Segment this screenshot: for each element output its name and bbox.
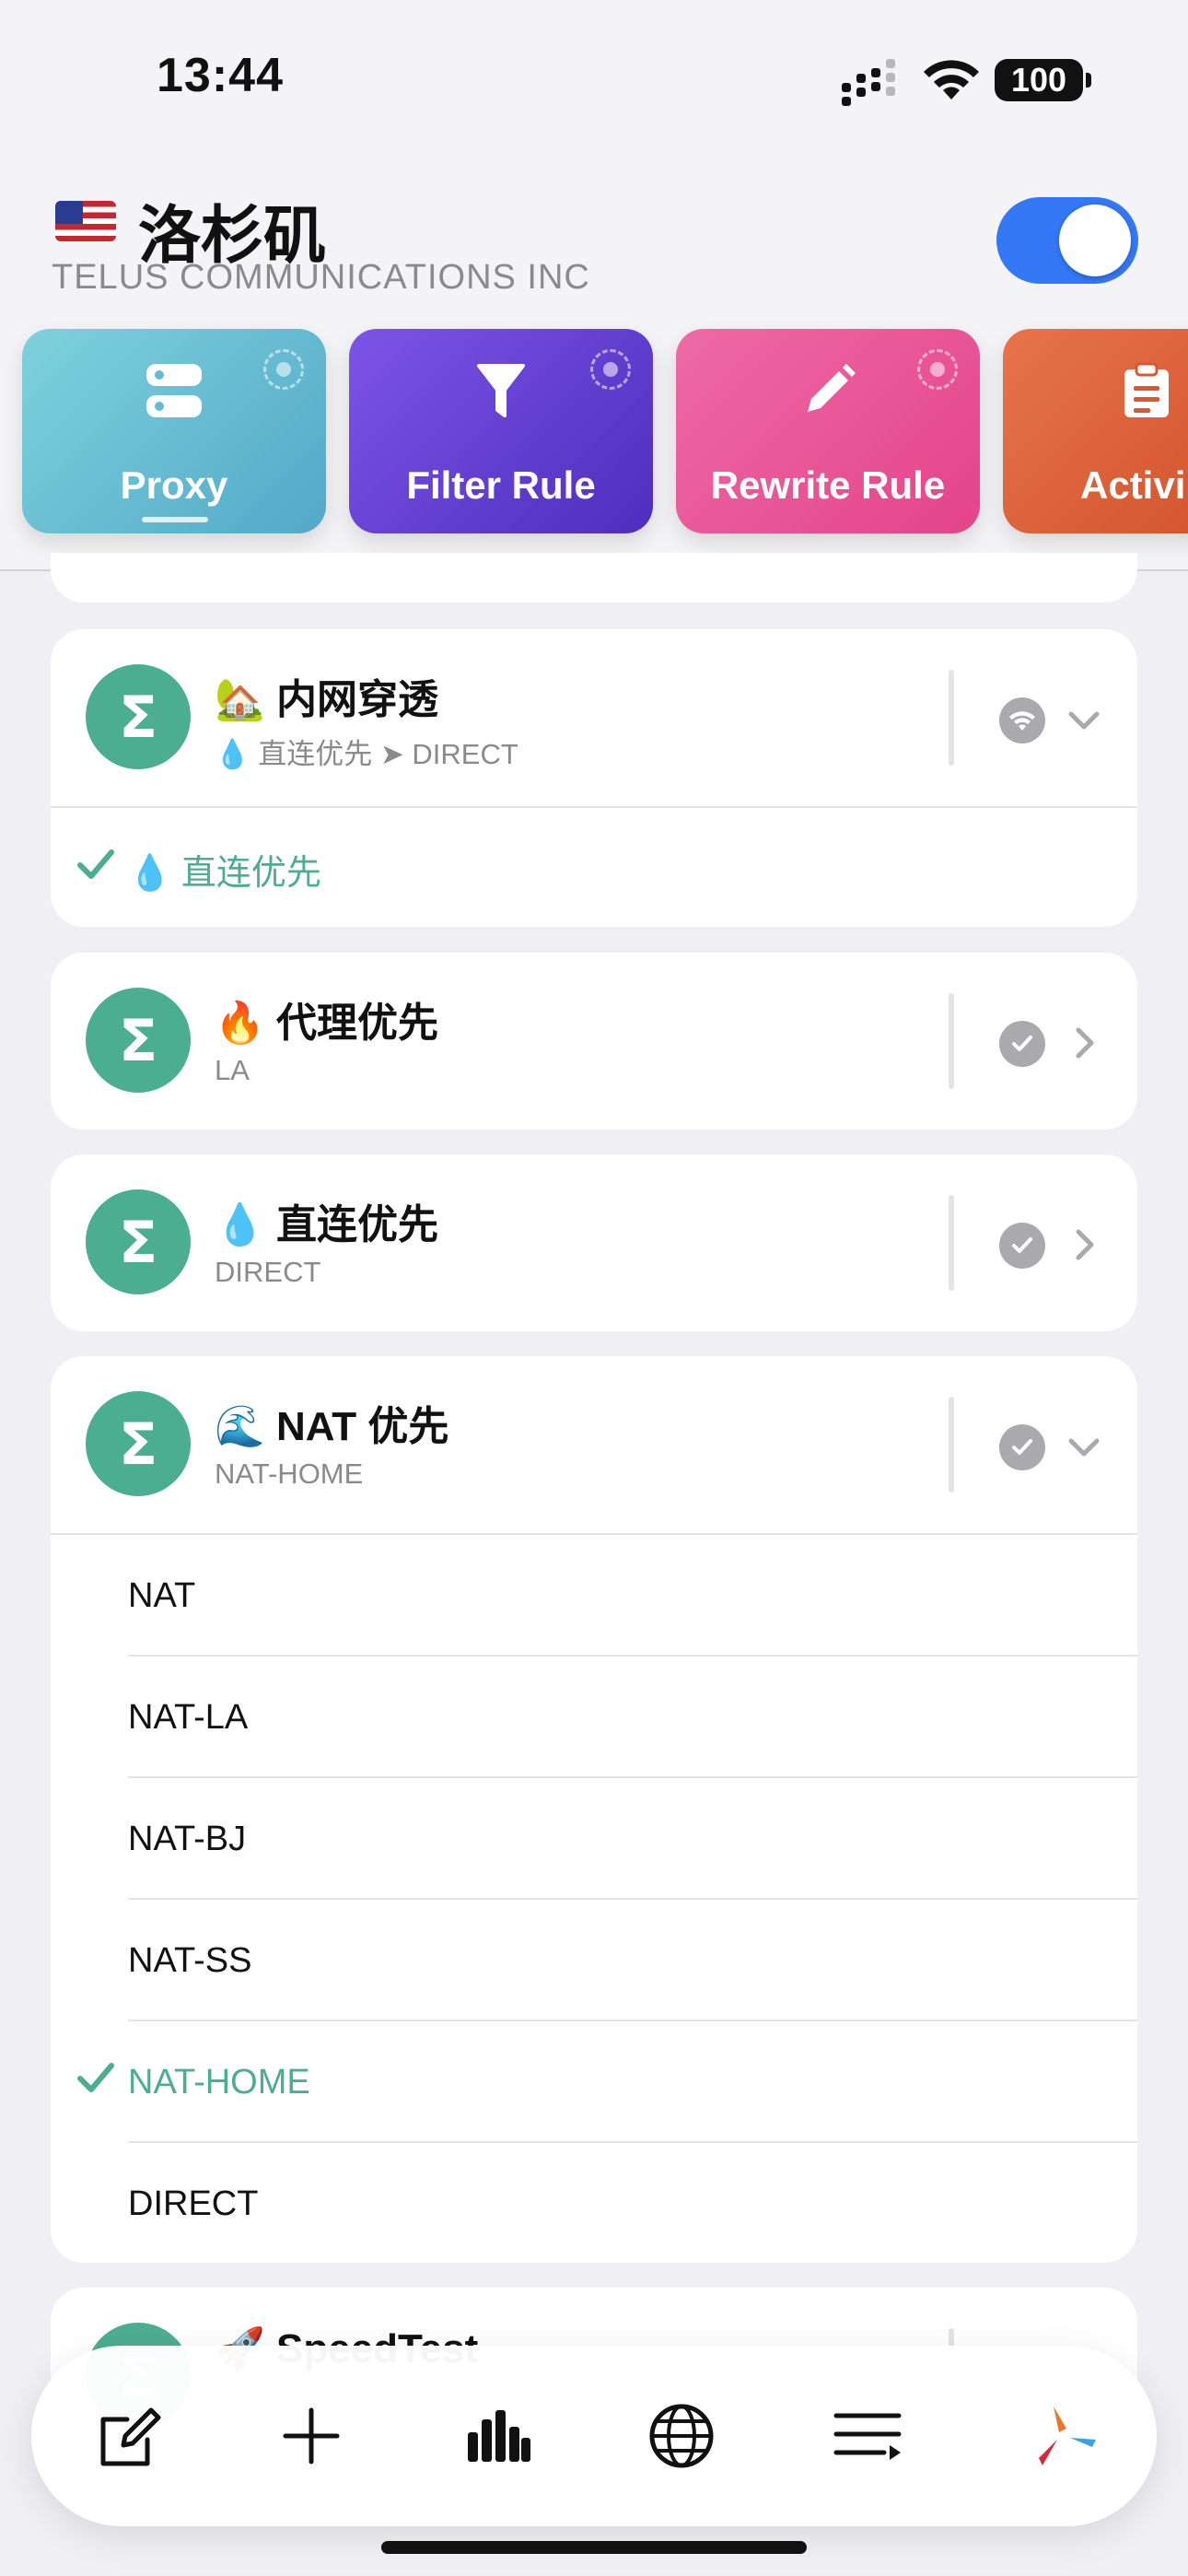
group-title: 🏡 内网穿透 bbox=[215, 677, 439, 722]
tile-proxy-ring-icon bbox=[263, 349, 304, 390]
option-label: NAT-BJ bbox=[128, 1819, 247, 1858]
divider bbox=[949, 670, 954, 766]
option-label: NAT-LA bbox=[128, 1697, 249, 1737]
clipboard-icon bbox=[1124, 362, 1169, 417]
group-subtitle: 💧 直连优先 ➤ DIRECT bbox=[215, 738, 518, 770]
edit-icon[interactable] bbox=[90, 2397, 168, 2475]
wifi-icon bbox=[924, 60, 979, 100]
option-row[interactable]: NAT-HOME bbox=[51, 2021, 1137, 2143]
chevron-right-icon[interactable] bbox=[1064, 1224, 1104, 1265]
tile-activity[interactable]: Activi bbox=[1003, 329, 1188, 533]
check-circle-icon[interactable] bbox=[999, 1021, 1045, 1067]
option-label: NAT-SS bbox=[128, 1940, 252, 1980]
option-label: 💧 直连优先 bbox=[128, 853, 321, 893]
surge-logo-icon[interactable] bbox=[1026, 2397, 1103, 2475]
pencil-icon bbox=[808, 364, 856, 412]
chevron-down-icon[interactable] bbox=[1064, 1426, 1104, 1467]
group-subtitle: NAT-HOME bbox=[215, 1458, 364, 1490]
group-card-direct-first[interactable]: Σ 💧 直连优先 DIRECT bbox=[51, 1154, 1137, 1331]
option-row[interactable]: NAT-BJ bbox=[51, 1778, 1137, 1900]
tile-rewrite-rule[interactable]: Rewrite Rule bbox=[676, 329, 980, 533]
tile-proxy[interactable]: Proxy bbox=[22, 329, 326, 533]
group-header-intranet[interactable]: Σ 🏡 内网穿透 💧 直连优先 ➤ DIRECT bbox=[51, 629, 1137, 806]
check-circle-icon[interactable] bbox=[999, 1424, 1045, 1470]
battery-icon: 100 bbox=[995, 59, 1091, 101]
tile-rewrite-label: Rewrite Rule bbox=[710, 463, 946, 507]
isp-label: TELUS COMMUNICATIONS INC bbox=[52, 258, 590, 297]
option-row[interactable]: NAT bbox=[51, 1535, 1137, 1657]
bottom-toolbar bbox=[31, 2346, 1157, 2526]
wifi-icon[interactable] bbox=[999, 697, 1045, 744]
option-label: NAT-HOME bbox=[128, 2062, 310, 2102]
divider bbox=[949, 993, 954, 1089]
us-flag-icon bbox=[55, 201, 116, 241]
divider bbox=[949, 1397, 954, 1493]
active-indicator bbox=[142, 517, 208, 522]
tile-filter-ring-icon bbox=[590, 349, 631, 390]
feature-tiles: Proxy Filter Rule Rewrite Rule Activi bbox=[22, 329, 1188, 533]
checkmark-icon bbox=[77, 849, 114, 879]
group-subtitle: DIRECT bbox=[215, 1256, 321, 1288]
bar-chart-icon[interactable] bbox=[459, 2397, 536, 2475]
group-title: 🔥 代理优先 bbox=[215, 1001, 439, 1046]
option-row[interactable]: NAT-LA bbox=[51, 1657, 1137, 1778]
option-row[interactable]: NAT-SS bbox=[51, 1900, 1137, 2021]
option-label: DIRECT bbox=[128, 2184, 259, 2223]
sigma-icon: Σ bbox=[86, 988, 191, 1093]
group-card-partial bbox=[51, 553, 1137, 603]
check-circle-icon[interactable] bbox=[999, 1223, 1045, 1269]
server-icon bbox=[146, 364, 202, 417]
main-toggle[interactable] bbox=[996, 197, 1138, 284]
group-card-nat-first: Σ 🌊 NAT 优先 NAT-HOME NAT NAT-LA NAT-BJ NA… bbox=[51, 1356, 1137, 2263]
checkmark-icon bbox=[77, 2063, 114, 2092]
sigma-icon: Σ bbox=[86, 1189, 191, 1294]
sigma-icon: Σ bbox=[86, 664, 191, 769]
status-time: 13:44 bbox=[157, 49, 284, 102]
tile-filter-label: Filter Rule bbox=[406, 463, 596, 507]
divider bbox=[949, 1195, 954, 1291]
home-indicator bbox=[381, 2541, 807, 2554]
plus-icon[interactable] bbox=[273, 2397, 350, 2475]
tile-activity-label: Activi bbox=[1080, 463, 1186, 507]
group-subtitle: LA bbox=[215, 1054, 250, 1086]
cellular-signal-icon bbox=[842, 59, 895, 106]
option-row[interactable]: DIRECT bbox=[51, 2143, 1137, 2263]
tile-rewrite-ring-icon bbox=[917, 349, 958, 390]
tile-filter-rule[interactable]: Filter Rule bbox=[349, 329, 653, 533]
group-card-intranet: Σ 🏡 内网穿透 💧 直连优先 ➤ DIRECT 💧 直连优先 bbox=[51, 629, 1137, 927]
group-card-proxy-first[interactable]: Σ 🔥 代理优先 LA bbox=[51, 953, 1137, 1130]
option-label: NAT bbox=[128, 1575, 196, 1615]
filter-icon bbox=[477, 364, 525, 417]
chevron-right-icon[interactable] bbox=[1064, 1023, 1104, 1063]
group-header-nat[interactable]: Σ 🌊 NAT 优先 NAT-HOME bbox=[51, 1356, 1137, 1533]
chevron-down-icon[interactable] bbox=[1064, 699, 1104, 740]
group-title: 💧 直连优先 bbox=[215, 1202, 439, 1247]
group-title: 🌊 NAT 优先 bbox=[215, 1404, 449, 1449]
list-icon[interactable] bbox=[829, 2397, 906, 2475]
toggle-knob bbox=[1059, 205, 1131, 276]
tile-proxy-label: Proxy bbox=[120, 463, 228, 507]
globe-icon[interactable] bbox=[643, 2397, 720, 2475]
option-row[interactable]: 💧 直连优先 bbox=[51, 808, 1137, 927]
sigma-icon: Σ bbox=[86, 1391, 191, 1496]
status-bar: 13:44 100 bbox=[0, 0, 1188, 157]
